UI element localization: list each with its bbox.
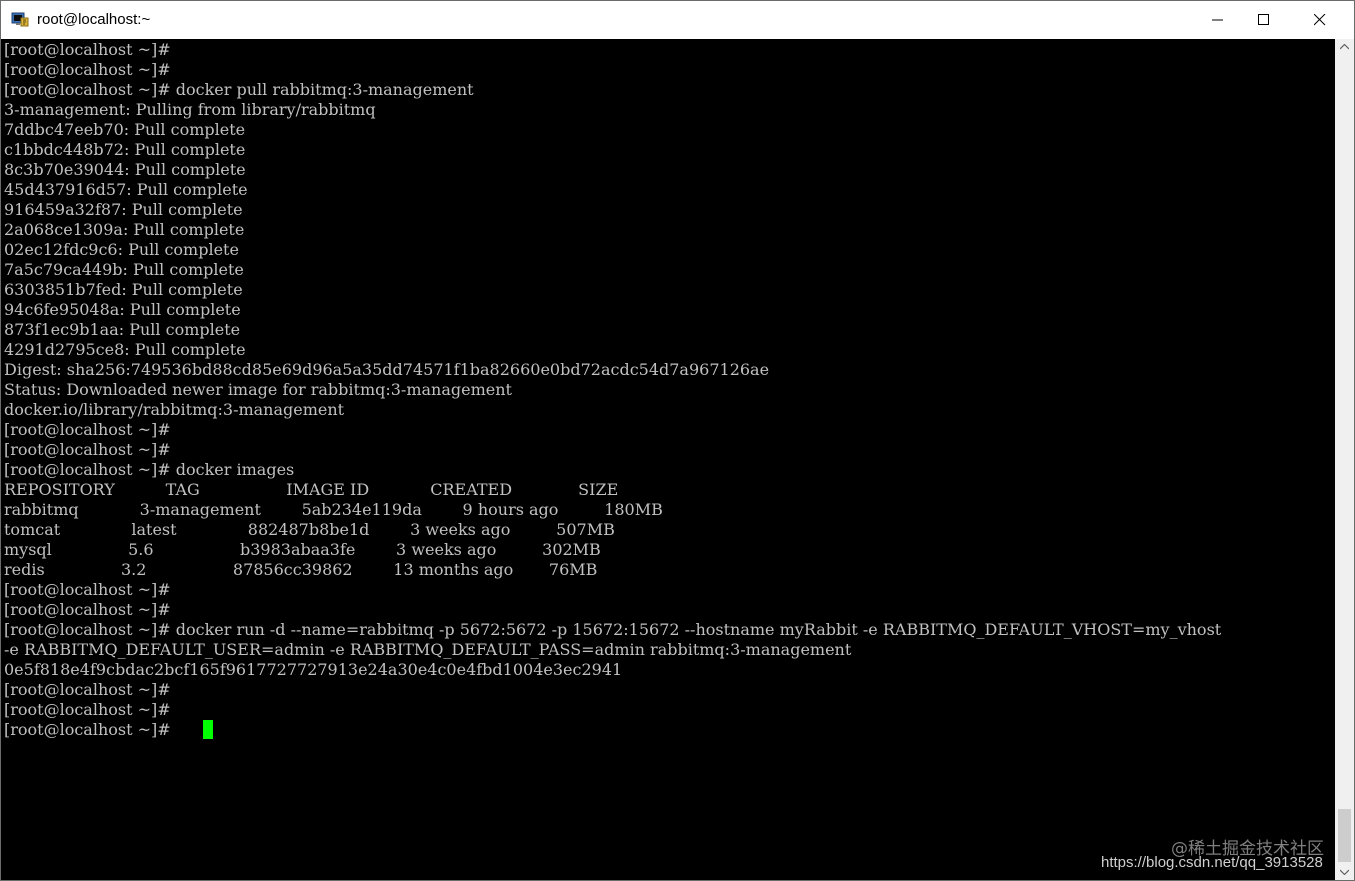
terminal-line: 45d437916d57: Pull complete [4, 180, 248, 199]
terminal-line: Status: Downloaded newer image for rabbi… [4, 380, 512, 399]
terminal-line: 0e5f818e4f9cbdac2bcf165f9617727727913e24… [4, 660, 623, 679]
terminal-line: tomcat latest 882487b8be1d 3 weeks ago 5… [4, 520, 615, 539]
close-button[interactable] [1297, 1, 1343, 39]
terminal-line: 3-management: Pulling from library/rabbi… [4, 100, 376, 119]
terminal-line: docker.io/library/rabbitmq:3-management [4, 400, 345, 419]
terminal-line: 7ddbc47eeb70: Pull complete [4, 120, 246, 139]
terminal-line: Digest: sha256:749536bd88cd85e69d96a5a35… [4, 360, 770, 379]
minimize-button[interactable] [1195, 1, 1241, 39]
maximize-button[interactable] [1241, 1, 1287, 39]
terminal-line: REPOSITORY TAG IMAGE ID CREATED SIZE [4, 480, 619, 499]
title-bar[interactable]: root@localhost:~ [1, 1, 1354, 39]
terminal-line: 4291d2795ce8: Pull complete [4, 340, 246, 359]
terminal-line: 2a068ce1309a: Pull complete [4, 220, 245, 239]
scroll-up-button[interactable] [1335, 39, 1354, 56]
window-title: root@localhost:~ [37, 11, 151, 28]
terminal-line: [root@localhost ~]# [4, 40, 171, 59]
terminal-line: [root@localhost ~]# [4, 440, 171, 459]
terminal-line: mysql 5.6 b3983abaa3fe 3 weeks ago 302MB [4, 540, 601, 559]
chevron-up-icon [1340, 44, 1349, 50]
vertical-scrollbar[interactable] [1335, 39, 1354, 880]
terminal-line: [root@localhost ~]# [4, 60, 171, 79]
scroll-thumb[interactable] [1338, 809, 1351, 862]
terminal-line: [root@localhost ~]# docker images [4, 460, 295, 479]
terminal-line: 6303851b7fed: Pull complete [4, 280, 243, 299]
terminal-app-icon[interactable] [11, 10, 29, 28]
terminal-line: 8c3b70e39044: Pull complete [4, 160, 246, 179]
terminal-line: [root@localhost ~]# docker pull rabbitmq… [4, 80, 474, 99]
terminal-line: [root@localhost ~]# docker run -d --name… [4, 620, 1222, 639]
terminal-line: [root@localhost ~]# [4, 600, 171, 619]
scroll-down-button[interactable] [1335, 864, 1354, 880]
close-icon [1314, 14, 1326, 26]
maximize-icon [1258, 14, 1269, 25]
terminal-line: [root@localhost ~]# [4, 720, 176, 739]
terminal-line: [root@localhost ~]# [4, 580, 171, 599]
terminal-line: 916459a32f87: Pull complete [4, 200, 243, 219]
terminal-line: 873f1ec9b1aa: Pull complete [4, 320, 241, 339]
minimize-icon [1212, 19, 1223, 21]
terminal-line: 02ec12fdc9c6: Pull complete [4, 240, 239, 259]
terminal-line: 94c6fe95048a: Pull complete [4, 300, 241, 319]
terminal-output[interactable]: [root@localhost ~]# [root@localhost ~]# … [1, 39, 1335, 880]
terminal-cursor [203, 720, 213, 739]
terminal-line: c1bbdc448b72: Pull complete [4, 140, 246, 159]
watermark-csdn: https://blog.csdn.net/qq_3913528 [1101, 854, 1323, 871]
terminal-line: 7a5c79ca449b: Pull complete [4, 260, 244, 279]
terminal-line: redis 3.2 87856cc39862 13 months ago 76M… [4, 560, 598, 579]
terminal-line: [root@localhost ~]# [4, 420, 171, 439]
terminal-line: [root@localhost ~]# [4, 680, 171, 699]
terminal-line: -e RABBITMQ_DEFAULT_USER=admin -e RABBIT… [4, 640, 852, 659]
terminal-window: root@localhost:~ [root@localhost ~]# [ro… [0, 0, 1355, 881]
terminal-line: [root@localhost ~]# [4, 700, 171, 719]
chevron-down-icon [1340, 869, 1349, 875]
terminal-line: rabbitmq 3-management 5ab234e119da 9 hou… [4, 500, 663, 519]
